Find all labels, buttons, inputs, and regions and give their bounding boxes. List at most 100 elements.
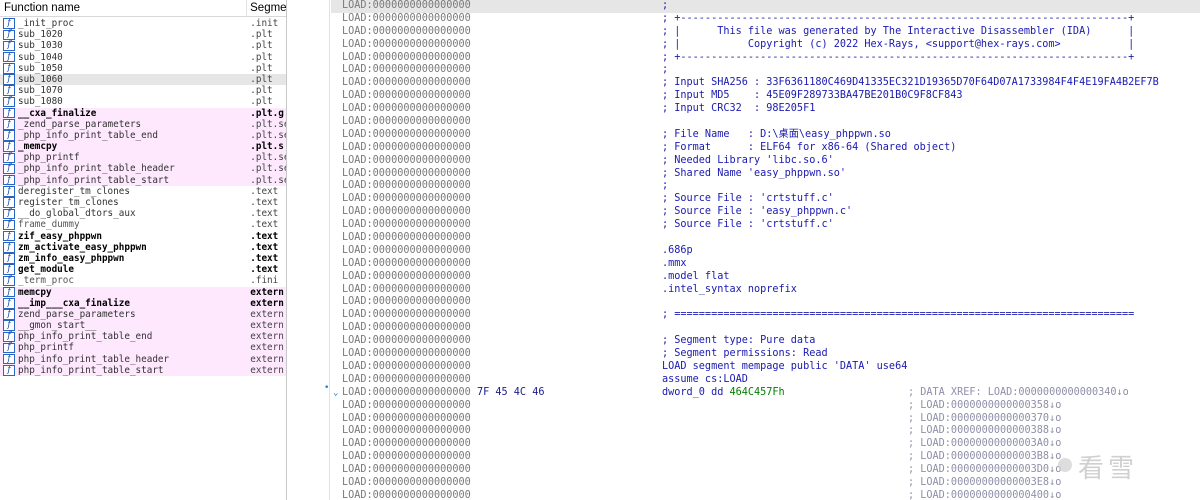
function-row[interactable]: f _zend_parse_parameters .plt.se bbox=[0, 118, 286, 130]
instruction[interactable]: ; +-------------------------------------… bbox=[662, 52, 1134, 65]
xref-comment[interactable]: ; LOAD:00000000000003B8↓o bbox=[908, 451, 1061, 464]
line-address[interactable]: LOAD:0000000000000000 bbox=[342, 271, 471, 284]
function-row[interactable]: f _term_proc .fini bbox=[0, 275, 286, 286]
line-address[interactable]: LOAD:0000000000000000 bbox=[342, 361, 471, 374]
disassembly-line[interactable]: ⌄ LOAD:0000000000000000 7F 45 4C 46 dword_0… bbox=[331, 387, 1200, 400]
instruction[interactable]: ; Source File : 'crtstuff.c' bbox=[662, 193, 834, 206]
line-address[interactable]: LOAD:0000000000000000 bbox=[342, 26, 471, 39]
disassembly-line[interactable]: LOAD:0000000000000000 ; +----------------… bbox=[331, 13, 1200, 26]
disassembly-line[interactable]: LOAD:0000000000000000 ; =================… bbox=[331, 309, 1200, 322]
disassembly-line[interactable]: LOAD:0000000000000000 ; Input CRC32 : 98E… bbox=[331, 103, 1200, 116]
instruction[interactable]: ; Input CRC32 : 98E205F1 bbox=[662, 103, 815, 116]
line-address[interactable]: LOAD:0000000000000000 bbox=[342, 335, 471, 348]
instruction[interactable]: ; File Name : D:\桌面\easy_phppwn.so bbox=[662, 129, 891, 142]
instruction[interactable]: ; Segment permissions: Read bbox=[662, 348, 828, 361]
function-row[interactable]: f register_tm_clones .text bbox=[0, 197, 286, 208]
instruction[interactable]: ; +-------------------------------------… bbox=[662, 13, 1134, 26]
xref-comment[interactable]: ; LOAD:00000000000003A0↓o bbox=[908, 438, 1061, 451]
disassembly-line[interactable]: LOAD:0000000000000000 ; | Copyright (c) 2… bbox=[331, 39, 1200, 52]
disassembly-line[interactable]: LOAD:0000000000000000 bbox=[331, 232, 1200, 245]
function-row[interactable]: f zend_parse_parameters extern bbox=[0, 308, 286, 321]
function-row[interactable]: f _memcpy .plt.s bbox=[0, 141, 286, 153]
instruction[interactable]: dword_0 dd 464C457Fh bbox=[662, 387, 785, 400]
line-address[interactable]: LOAD:0000000000000000 bbox=[342, 116, 471, 129]
instruction[interactable]: ; | Copyright (c) 2022 Hex-Rays, <suppor… bbox=[662, 39, 1134, 52]
disassembly-line[interactable]: LOAD:0000000000000000 .model flat bbox=[331, 271, 1200, 284]
xref-comment[interactable]: ; LOAD:00000000000003D0↓o bbox=[908, 464, 1061, 477]
disassembly-line[interactable]: LOAD:0000000000000000 ; File Name : D:\桌面… bbox=[331, 129, 1200, 142]
function-row[interactable]: f _php_info_print_table_header .plt.se bbox=[0, 163, 286, 175]
disassembly-line[interactable]: LOAD:0000000000000000 ; Needed Library 'l… bbox=[331, 155, 1200, 168]
disassembly-line[interactable]: LOAD:0000000000000000 bbox=[331, 322, 1200, 335]
line-address[interactable]: LOAD:0000000000000000 bbox=[342, 400, 471, 413]
line-address[interactable]: LOAD:0000000000000000 bbox=[342, 13, 471, 26]
function-row[interactable]: f _init_proc .init bbox=[0, 18, 286, 29]
instruction[interactable]: ; bbox=[662, 64, 668, 77]
disassembly-line[interactable]: LOAD:0000000000000000 ; +----------------… bbox=[331, 52, 1200, 65]
instruction[interactable]: ; Shared Name 'easy_phppwn.so' bbox=[662, 168, 846, 181]
line-address[interactable]: LOAD:0000000000000000 bbox=[342, 258, 471, 271]
function-row[interactable]: f sub_1020 .plt bbox=[0, 29, 286, 40]
function-row[interactable]: f zm_info_easy_phppwn .text bbox=[0, 253, 286, 264]
line-address[interactable]: LOAD:0000000000000000 bbox=[342, 348, 471, 361]
xref-comment[interactable]: ; LOAD:0000000000000358↓o bbox=[908, 400, 1061, 413]
instruction[interactable]: .686p bbox=[662, 245, 693, 258]
function-row[interactable]: f sub_1080 .plt bbox=[0, 96, 286, 107]
operand-value[interactable]: 464C457Fh bbox=[729, 387, 784, 398]
disassembly-line[interactable]: LOAD:0000000000000000 ; LOAD:000000000000… bbox=[331, 400, 1200, 413]
line-address[interactable]: LOAD:0000000000000000 bbox=[342, 90, 471, 103]
line-address[interactable]: LOAD:0000000000000000 bbox=[342, 39, 471, 52]
function-row[interactable]: f frame_dummy .text bbox=[0, 219, 286, 230]
disassembly-line[interactable]: LOAD:0000000000000000 ; Source File : 'cr… bbox=[331, 193, 1200, 206]
disassembly-line[interactable]: LOAD:0000000000000000 ; Source File : 'cr… bbox=[331, 219, 1200, 232]
line-address[interactable]: LOAD:0000000000000000 bbox=[342, 438, 471, 451]
line-address[interactable]: LOAD:0000000000000000 bbox=[342, 374, 471, 387]
function-row[interactable]: f __do_global_dtors_aux .text bbox=[0, 208, 286, 219]
function-row[interactable]: f __cxa_finalize .plt.g bbox=[0, 107, 286, 119]
function-row[interactable]: f __gmon_start__ extern bbox=[0, 320, 286, 332]
disassembly-line[interactable]: LOAD:0000000000000000 .intel_syntax nopre… bbox=[331, 284, 1200, 297]
line-address[interactable]: LOAD:0000000000000000 bbox=[342, 103, 471, 116]
function-row[interactable]: f get_module .text bbox=[0, 264, 286, 275]
function-row[interactable]: f php_info_print_table_end extern bbox=[0, 331, 286, 343]
instruction[interactable]: .mmx bbox=[662, 258, 687, 271]
line-address[interactable]: LOAD:0000000000000000 bbox=[342, 64, 471, 77]
column-header-segment[interactable]: Segme bbox=[247, 0, 286, 16]
function-row[interactable]: f sub_1070 .plt bbox=[0, 85, 286, 96]
instruction[interactable]: ; ======================================… bbox=[662, 309, 1134, 322]
line-address[interactable]: LOAD:0000000000000000 bbox=[342, 490, 471, 500]
line-address[interactable]: LOAD:0000000000000000 bbox=[342, 219, 471, 232]
line-address[interactable]: LOAD:0000000000000000 bbox=[342, 142, 471, 155]
disassembly-line[interactable]: LOAD:0000000000000000 .mmx bbox=[331, 258, 1200, 271]
xref-comment[interactable]: ; LOAD:00000000000003E8↓o bbox=[908, 477, 1061, 490]
line-address[interactable]: LOAD:0000000000000000 bbox=[342, 245, 471, 258]
function-row[interactable]: f sub_1030 .plt bbox=[0, 40, 286, 51]
disassembly-line[interactable]: LOAD:0000000000000000; bbox=[331, 180, 1200, 193]
disassembly-line[interactable]: LOAD:0000000000000000 ; LOAD:000000000000… bbox=[331, 413, 1200, 426]
line-address[interactable]: LOAD:0000000000000000 bbox=[342, 451, 471, 464]
function-row[interactable]: f _php_printf .plt.se bbox=[0, 152, 286, 164]
disassembly-line[interactable]: LOAD:0000000000000000 ; LOAD:000000000000… bbox=[331, 425, 1200, 438]
instruction[interactable]: ; | This file was generated by The Inter… bbox=[662, 26, 1134, 39]
function-row[interactable]: f _php_info_print_table_start .plt.se bbox=[0, 174, 286, 186]
line-address[interactable]: LOAD:0000000000000000 bbox=[342, 387, 471, 400]
line-address[interactable]: LOAD:0000000000000000 bbox=[342, 206, 471, 219]
disassembly-line[interactable]: LOAD:0000000000000000; bbox=[331, 64, 1200, 77]
line-address[interactable]: LOAD:0000000000000000 bbox=[342, 168, 471, 181]
line-address[interactable]: LOAD:0000000000000000 bbox=[342, 193, 471, 206]
disassembly-line[interactable]: LOAD:0000000000000000 ; Source File : 'ea… bbox=[331, 206, 1200, 219]
line-address[interactable]: LOAD:0000000000000000 bbox=[342, 77, 471, 90]
function-row[interactable]: f sub_1040 .plt bbox=[0, 52, 286, 63]
line-address[interactable]: LOAD:0000000000000000 bbox=[342, 322, 471, 335]
line-address[interactable]: LOAD:0000000000000000 bbox=[342, 52, 471, 65]
function-row[interactable]: f sub_1060 .plt bbox=[0, 73, 286, 86]
line-address[interactable]: LOAD:0000000000000000 bbox=[342, 413, 471, 426]
disassembly-line[interactable]: LOAD:0000000000000000 ; Shared Name 'easy… bbox=[331, 168, 1200, 181]
disassembly-line[interactable]: LOAD:0000000000000000 ; | This file was g… bbox=[331, 26, 1200, 39]
function-row[interactable]: f zif_easy_phppwn .text bbox=[0, 231, 286, 242]
disassembly-line[interactable]: LOAD:0000000000000000 ; Segment type: Pur… bbox=[331, 335, 1200, 348]
instruction[interactable]: ; Format : ELF64 for x86-64 (Shared obje… bbox=[662, 142, 956, 155]
instruction[interactable]: ; Needed Library 'libc.so.6' bbox=[662, 155, 834, 168]
function-row[interactable]: f memcpy extern bbox=[0, 286, 286, 298]
disassembly-line[interactable]: LOAD:0000000000000000 ; Segment permissio… bbox=[331, 348, 1200, 361]
